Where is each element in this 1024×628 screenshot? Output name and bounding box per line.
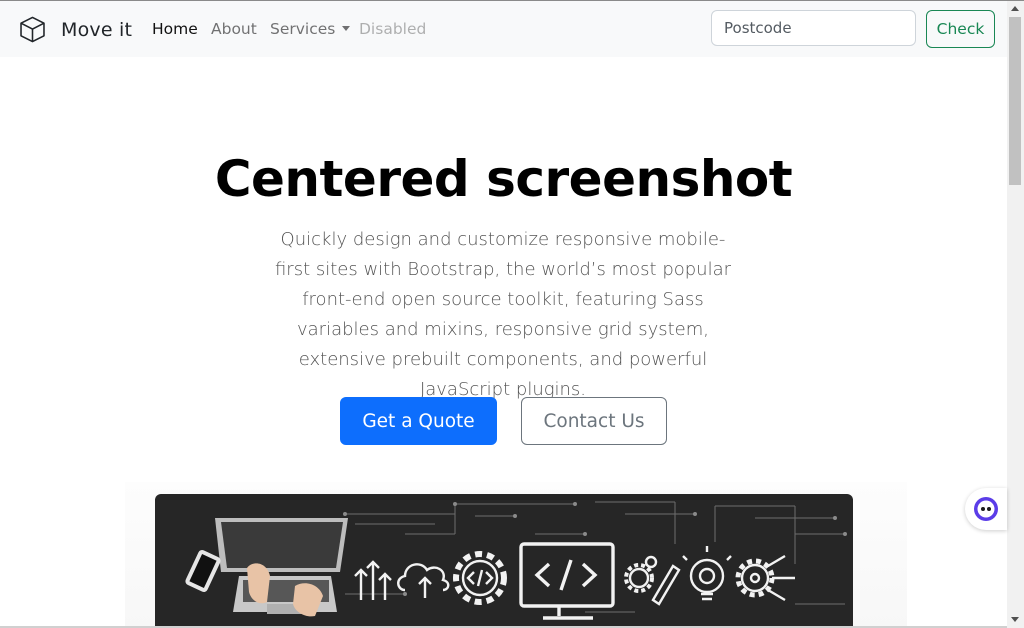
gears-pencil-icon xyxy=(624,555,681,606)
laptop-icon xyxy=(215,518,348,617)
scroll-up-arrow-icon[interactable] xyxy=(1011,6,1019,11)
nav-dropdown-services-label: Services xyxy=(270,20,336,38)
hero-image xyxy=(155,494,853,628)
nav-dropdown-services[interactable]: Services xyxy=(270,20,351,38)
hero-title: Centered screenshot xyxy=(214,150,793,208)
nav-link-disabled: Disabled xyxy=(359,20,427,38)
assistant-widget-button[interactable] xyxy=(965,488,1007,530)
gear-icon xyxy=(735,554,795,602)
get-a-quote-button[interactable]: Get a Quote xyxy=(340,397,497,445)
caret-down-icon xyxy=(342,26,351,31)
contact-us-button[interactable]: Contact Us xyxy=(521,397,667,445)
nav-link-home[interactable]: Home xyxy=(152,20,198,38)
code-monitor-icon xyxy=(519,542,615,620)
code-gear-icon xyxy=(453,551,507,605)
check-button[interactable]: Check xyxy=(926,10,995,48)
page-scrollbar[interactable] xyxy=(1007,1,1024,628)
nav-link-about[interactable]: About xyxy=(211,20,257,38)
navbar-brand[interactable]: Move it xyxy=(18,15,132,44)
navbar: Move it Home About Services Disabled Che… xyxy=(0,1,1007,57)
scroll-down-arrow-icon[interactable] xyxy=(1011,617,1019,622)
postcode-input[interactable] xyxy=(711,10,916,46)
scroll-thumb[interactable] xyxy=(1009,17,1021,185)
hero-lead-text: Quickly design and customize responsive … xyxy=(274,229,732,400)
hero-image-graphic xyxy=(185,501,847,620)
brand-name: Move it xyxy=(61,18,133,41)
arrows-up-icon xyxy=(354,560,392,600)
box-icon xyxy=(20,16,45,43)
assistant-bot-icon xyxy=(974,497,998,521)
phone-icon xyxy=(185,550,221,592)
bulb-gear-icon xyxy=(682,546,732,601)
